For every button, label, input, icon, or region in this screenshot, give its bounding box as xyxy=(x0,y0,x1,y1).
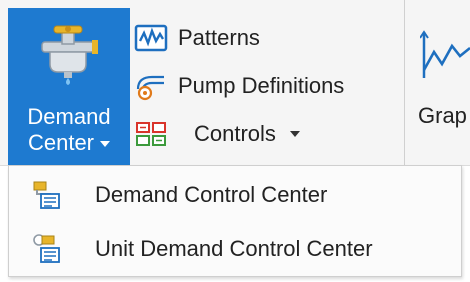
pump-definitions-label: Pump Definitions xyxy=(178,73,345,98)
patterns-icon xyxy=(134,24,168,52)
controls-button[interactable]: Controls xyxy=(134,114,300,154)
graphs-label: Grap xyxy=(418,103,467,128)
pump-definitions-button[interactable]: Pump Definitions xyxy=(134,66,344,106)
menu-item-unit-demand-control-center[interactable]: Unit Demand Control Center xyxy=(9,222,461,276)
patterns-label: Patterns xyxy=(178,25,260,50)
water-tap-icon xyxy=(41,25,98,85)
demand-center-line2: Center xyxy=(8,130,130,156)
controls-label: Controls xyxy=(194,121,276,146)
controls-icon xyxy=(136,122,166,146)
pump-definitions-icon xyxy=(136,75,164,101)
graph-icon[interactable] xyxy=(420,26,470,82)
demand-center-label: Demand Center xyxy=(8,104,130,156)
menu-item-label: Unit Demand Control Center xyxy=(95,236,373,261)
chevron-down-icon xyxy=(100,141,111,148)
menu-item-label: Demand Control Center xyxy=(95,182,328,207)
patterns-button[interactable]: Patterns xyxy=(134,18,260,58)
ribbon-group-divider xyxy=(404,0,405,165)
demand-center-line1: Demand xyxy=(27,104,111,129)
demand-control-center-icon xyxy=(33,181,60,209)
chevron-down-icon xyxy=(289,131,300,137)
ribbon-panel: Demand Center Patterns Pump Definitions … xyxy=(0,0,470,166)
menu-item-demand-control-center[interactable]: Demand Control Center xyxy=(9,168,461,222)
demand-center-dropdown-menu: Demand Control Center Unit Demand Contro… xyxy=(8,165,462,277)
unit-demand-control-center-icon xyxy=(33,234,60,263)
demand-center-button[interactable]: Demand Center xyxy=(8,8,130,165)
